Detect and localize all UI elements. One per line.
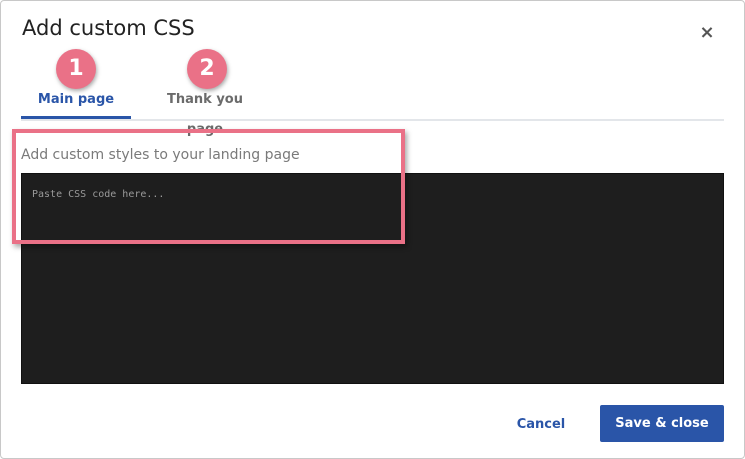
- css-field-label: Add custom styles to your landing page: [21, 147, 300, 163]
- add-custom-css-dialog: Add custom CSS × Main page Thank you pag…: [0, 0, 745, 459]
- tab-bar: Main page Thank you page: [21, 85, 724, 137]
- close-icon[interactable]: ×: [697, 23, 717, 43]
- tab-main-page[interactable]: Main page: [21, 85, 131, 119]
- step-badge-1: 1: [56, 49, 96, 89]
- save-and-close-button[interactable]: Save & close: [600, 405, 724, 442]
- dialog-title: Add custom CSS: [22, 16, 195, 40]
- cancel-button[interactable]: Cancel: [506, 409, 576, 439]
- tab-thank-you-page[interactable]: Thank you page: [147, 85, 263, 137]
- step-badge-2: 2: [187, 49, 227, 89]
- css-code-input[interactable]: [22, 174, 723, 383]
- css-editor: [21, 173, 724, 384]
